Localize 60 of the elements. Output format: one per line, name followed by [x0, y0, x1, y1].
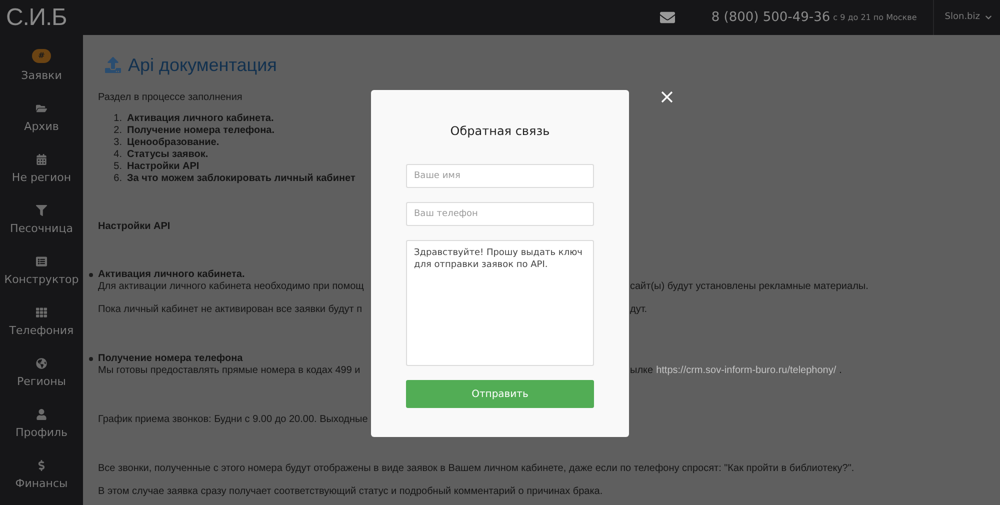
list-number: 6. — [112, 173, 122, 185]
toc-item: Настройки API — [127, 161, 200, 173]
list-number: 2. — [112, 125, 122, 137]
section-title: Настройки API — [98, 221, 170, 233]
mail-icon[interactable] — [658, 10, 678, 25]
logo[interactable]: С.И.Б — [0, 0, 67, 36]
message-field[interactable]: Здравствуйте! Прошу выдать ключ для отправки заявок по API. — [406, 240, 594, 366]
intro-text: Раздел в процессе заполнения — [98, 92, 242, 104]
submit-button[interactable]: Отправить — [406, 380, 594, 408]
list-number: 3. — [112, 137, 122, 149]
sidebar-item[interactable]: Архив — [24, 102, 59, 135]
dialog-title: Обратная связь — [450, 123, 550, 140]
sidebar-item[interactable]: # Заявки — [21, 51, 62, 84]
item-heading: Получение номера телефона — [98, 353, 243, 365]
filter-icon — [36, 204, 47, 216]
toc-item: Ценообразование. — [127, 137, 220, 149]
item-heading: Активация личного кабинета. — [98, 269, 245, 281]
paragraph-text: Пока личный кабинет не активирован все заявки будут п — [98, 304, 362, 316]
sidebar-item[interactable]: Регионы — [17, 357, 66, 390]
chevron-icon — [985, 14, 992, 21]
list-number: 4. — [112, 149, 122, 161]
sidebar-item[interactable]: Конструктор — [4, 255, 79, 288]
dollar-icon — [36, 460, 47, 470]
upload-icon — [105, 57, 121, 73]
close-icon[interactable] — [661, 91, 673, 103]
paragraph-text: График приема звонков: Будни с 9.00 до 20.00. Выходные — [98, 414, 368, 426]
hours-text: с 9 до 21 по Москве — [833, 12, 917, 24]
paragraph-text: Мы готовы предоставлять прямые номера в кодах 499 и — [98, 365, 360, 377]
toc-item: Активация личного кабинета. — [127, 113, 274, 125]
sidebar-item[interactable]: Песочница — [10, 204, 73, 237]
sidebar-item[interactable]: Не регион — [12, 153, 72, 186]
user-icon — [36, 408, 47, 420]
paragraph-text: Все звонки, полученные с этого номера будут отображены в виде заявок в Вашем личном кабинете, даже если по телефону спросят: "Как пройти в библиотеку?". — [98, 463, 854, 475]
badge: # — [32, 48, 51, 62]
list-icon — [36, 256, 47, 266]
paragraph-text: ылке — [630, 365, 654, 377]
list-number: 5. — [112, 161, 122, 173]
paragraph-text: . — [839, 365, 842, 377]
paragraph-text: дут. — [630, 304, 648, 316]
telephony-link[interactable]: https://crm.sov-inform-buro.ru/telephony/ — [656, 365, 836, 377]
paragraph-text: сайт(ы) будут установлены рекламные материалы. — [630, 281, 868, 293]
toc-item: Получение номера телефона. — [127, 125, 274, 137]
input-field[interactable]: Ваше имя — [406, 164, 594, 188]
list-number: 1. — [112, 113, 122, 125]
bullet-icon — [89, 273, 93, 277]
globe-icon — [36, 358, 47, 368]
sidebar-item[interactable]: Телефония — [9, 306, 74, 339]
folder-icon — [36, 102, 47, 114]
grid-icon — [36, 306, 47, 318]
sidebar-item[interactable]: Финансы — [15, 459, 68, 492]
bullet-icon — [89, 357, 93, 361]
page-title: Api документация — [128, 54, 277, 76]
toc-item: За что можем заблокировать личный кабинет — [127, 173, 356, 185]
paragraph-text: В этом случае заявка сразу получает соответствующий статус и подробный комментарий о причинах брака. — [98, 486, 603, 498]
input-field[interactable]: Ваш телефон — [406, 202, 594, 226]
phone-number: 8 (800) 500-49-36 — [711, 8, 830, 27]
sidebar-item[interactable]: Профиль — [15, 408, 68, 441]
calendar-icon — [36, 154, 47, 164]
toc-item: Статусы заявок. — [127, 149, 208, 161]
paragraph-text: Для активации личного кабинета необходимо при помощ — [98, 281, 364, 293]
